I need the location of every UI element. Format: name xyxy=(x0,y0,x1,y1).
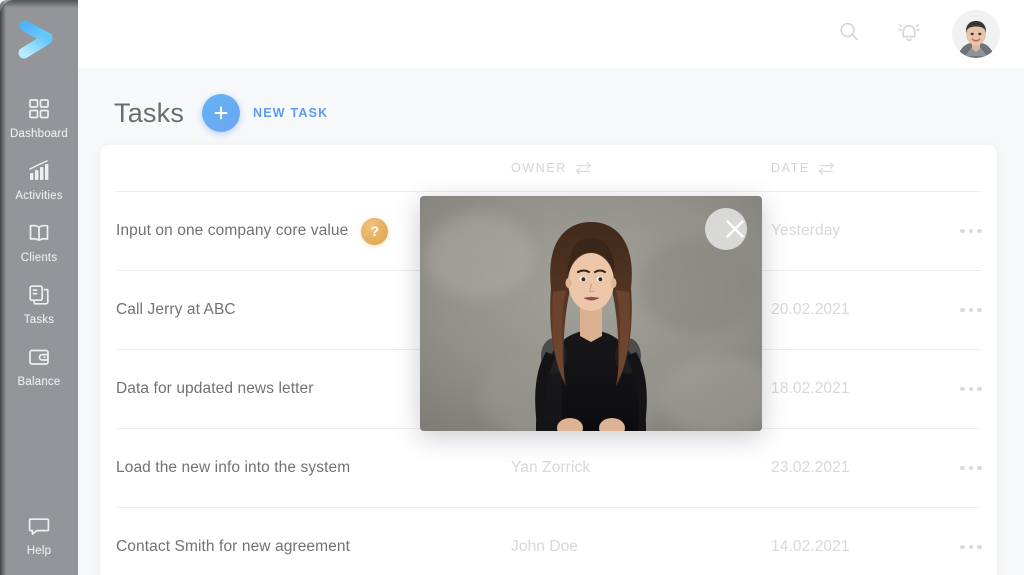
new-task-button[interactable]: NEW TASK xyxy=(202,94,328,132)
sidebar-item-label: Dashboard xyxy=(9,128,69,140)
sidebar-item-help[interactable]: Help xyxy=(0,513,78,557)
table-row[interactable]: Load the new info into the system Yan Zo… xyxy=(100,429,997,507)
cell-date: 14.02.2021 xyxy=(771,538,850,555)
page-title: Tasks xyxy=(114,97,185,128)
video-overlay[interactable] xyxy=(420,196,762,431)
row-menu-button[interactable] xyxy=(956,307,997,313)
sort-arrows-icon xyxy=(818,161,835,175)
task-title: Contact Smith for new agreement xyxy=(116,538,350,555)
page-header: Tasks NEW TASK xyxy=(78,68,1024,132)
task-title: Load the new info into the system xyxy=(116,459,351,476)
top-bar xyxy=(78,0,1024,68)
documents-icon xyxy=(26,282,52,308)
bar-chart-icon xyxy=(26,158,52,184)
cell-date: 20.02.2021 xyxy=(771,301,850,318)
wallet-icon xyxy=(26,344,52,370)
search-icon xyxy=(836,19,862,50)
sidebar-item-label: Activities xyxy=(15,190,63,202)
sidebar-item-clients[interactable]: Clients xyxy=(0,210,78,272)
cell-task: Load the new info into the system xyxy=(116,459,511,477)
sidebar-item-dashboard[interactable]: Dashboard xyxy=(0,86,78,148)
row-menu-button[interactable] xyxy=(956,386,997,392)
sidebar-item-label: Tasks xyxy=(23,314,55,326)
more-horizontal-icon xyxy=(960,307,982,313)
search-button[interactable] xyxy=(832,17,866,51)
app-logo[interactable] xyxy=(11,16,67,64)
cell-task: Contact Smith for new agreement xyxy=(116,538,511,556)
video-close-button[interactable] xyxy=(705,208,751,254)
new-task-label: NEW TASK xyxy=(253,106,329,120)
row-menu-button[interactable] xyxy=(956,228,997,234)
sort-arrows-icon xyxy=(575,161,592,175)
app-window: Dashboard Activities Clients Tasks Balan… xyxy=(0,0,1024,575)
task-title: Data for updated news letter xyxy=(116,380,314,397)
cell-owner: Yan Zorrick xyxy=(511,459,591,476)
more-horizontal-icon xyxy=(960,228,982,234)
sidebar-nav: Dashboard Activities Clients Tasks Balan… xyxy=(0,86,78,396)
column-header-date[interactable]: DATE xyxy=(771,161,956,175)
cell-date: Yesterday xyxy=(771,222,841,239)
grid-icon xyxy=(26,96,52,122)
bell-icon xyxy=(895,18,923,51)
more-horizontal-icon xyxy=(960,465,982,471)
sidebar-item-label: Balance xyxy=(17,376,61,388)
speech-bubble-icon xyxy=(26,513,52,539)
row-menu-button[interactable] xyxy=(956,544,997,550)
column-header-owner[interactable]: OWNER xyxy=(511,161,771,175)
more-horizontal-icon xyxy=(960,544,982,550)
task-title: Call Jerry at ABC xyxy=(116,301,236,318)
plus-icon xyxy=(202,94,241,132)
sidebar-item-balance[interactable]: Balance xyxy=(0,334,78,396)
status-badge[interactable]: ? xyxy=(361,217,389,245)
table-header-row: OWNER DATE xyxy=(100,145,997,191)
more-horizontal-icon xyxy=(960,386,982,392)
row-menu-button[interactable] xyxy=(956,465,997,471)
cell-owner: John Doe xyxy=(511,538,579,555)
column-header-date-label: DATE xyxy=(771,161,810,175)
avatar[interactable] xyxy=(952,10,1000,58)
sidebar-item-activities[interactable]: Activities xyxy=(0,148,78,210)
sidebar-item-tasks[interactable]: Tasks xyxy=(0,272,78,334)
table-row[interactable]: Contact Smith for new agreement John Doe… xyxy=(100,508,997,575)
cell-date: 23.02.2021 xyxy=(771,459,850,476)
sidebar-item-label: Clients xyxy=(20,252,58,264)
sidebar-item-label: Help xyxy=(26,545,52,557)
cell-date: 18.02.2021 xyxy=(771,380,850,397)
book-icon xyxy=(26,220,52,246)
column-header-owner-label: OWNER xyxy=(511,161,567,175)
notifications-button[interactable] xyxy=(892,17,926,51)
sidebar: Dashboard Activities Clients Tasks Balan… xyxy=(0,0,78,575)
user-avatar xyxy=(952,10,1000,58)
task-title: Input on one company core value xyxy=(116,222,349,239)
